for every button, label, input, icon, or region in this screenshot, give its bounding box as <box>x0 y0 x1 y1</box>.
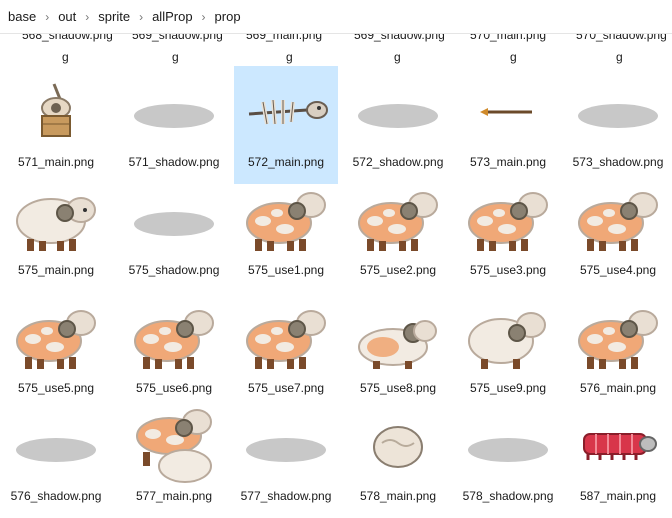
file-name: 571_main.png <box>17 155 95 169</box>
file-label-partial-wrap: g <box>172 50 179 64</box>
crumb-out[interactable]: out <box>58 9 76 24</box>
file-name: 575_use5.png <box>17 381 95 395</box>
sheep-sheared-icon <box>573 298 663 378</box>
sheep-fluffy-icon <box>463 298 553 378</box>
file-name: 575_use2.png <box>359 263 437 277</box>
file-item[interactable]: 576_shadow.png <box>4 400 108 518</box>
shadow-icon <box>573 72 663 152</box>
file-item[interactable]: 575_shadow.png <box>122 174 226 292</box>
shadow-icon <box>241 406 331 486</box>
file-item[interactable]: 587_main.png <box>566 400 670 518</box>
file-name: 575_use6.png <box>135 381 213 395</box>
file-label-partial[interactable]: 570_shadow.png <box>576 34 667 46</box>
spear-icon <box>463 72 553 152</box>
file-label-partial[interactable]: 570_main.png <box>470 34 546 46</box>
sheep-sheared-icon <box>129 298 219 378</box>
file-name: 576_shadow.png <box>10 489 102 503</box>
file-name: 575_use4.png <box>579 263 657 277</box>
file-name: 575_main.png <box>17 263 95 277</box>
file-item[interactable]: 575_use1.png <box>234 174 338 292</box>
file-name: 575_use1.png <box>247 263 325 277</box>
file-item[interactable]: 578_main.png <box>346 400 450 518</box>
file-item[interactable]: 571_main.png <box>4 66 108 184</box>
wool-ball-icon <box>353 406 443 486</box>
file-item[interactable]: 575_use7.png <box>234 292 338 410</box>
file-label-partial-wrap: g <box>62 50 69 64</box>
skeleton-icon <box>241 72 331 152</box>
sheep-wool-pile-icon <box>129 406 219 486</box>
crumb-base[interactable]: base <box>8 9 36 24</box>
file-label-partial-wrap: g <box>510 50 517 64</box>
shadow-icon <box>129 72 219 152</box>
sheep-sheared-icon <box>463 180 553 260</box>
file-item[interactable]: 571_shadow.png <box>122 66 226 184</box>
sheep-sheared-icon <box>241 180 331 260</box>
shadow-icon <box>129 180 219 260</box>
crumb-prop[interactable]: prop <box>215 9 241 24</box>
shadow-icon <box>353 72 443 152</box>
file-item[interactable]: 575_use5.png <box>4 292 108 410</box>
file-name: 577_shadow.png <box>240 489 332 503</box>
file-label-partial-wrap: g <box>286 50 293 64</box>
file-name: 573_shadow.png <box>572 155 664 169</box>
chevron-right-icon: › <box>85 9 90 24</box>
file-name: 575_use9.png <box>469 381 547 395</box>
file-item[interactable]: 572_shadow.png <box>346 66 450 184</box>
sheep-lying-icon <box>353 298 443 378</box>
file-item[interactable]: 575_use2.png <box>346 174 450 292</box>
red-crawler-icon <box>573 406 663 486</box>
chevron-right-icon: › <box>45 9 50 24</box>
file-label-partial[interactable]: 569_shadow.png <box>354 34 445 46</box>
file-label-partial[interactable]: 569_main.png <box>246 34 322 46</box>
file-item[interactable]: 573_main.png <box>456 66 560 184</box>
file-label-partial-wrap: g <box>616 50 623 64</box>
file-item[interactable]: 575_use4.png <box>566 174 670 292</box>
file-item[interactable]: 578_shadow.png <box>456 400 560 518</box>
file-item[interactable]: 573_shadow.png <box>566 66 670 184</box>
file-name: 577_main.png <box>135 489 213 503</box>
file-item[interactable]: 577_main.png <box>122 400 226 518</box>
shadow-icon <box>11 406 101 486</box>
breadcrumb: base › out › sprite › allProp › prop <box>0 0 672 34</box>
crumb-sprite[interactable]: sprite <box>98 9 130 24</box>
file-item[interactable]: 575_use6.png <box>122 292 226 410</box>
crumb-allprop[interactable]: allProp <box>152 9 192 24</box>
file-name: 572_main.png <box>247 155 325 169</box>
file-label-partial[interactable]: 568_shadow.png <box>22 34 113 46</box>
file-name: 573_main.png <box>469 155 547 169</box>
sheep-sheared-icon <box>11 298 101 378</box>
file-name: 575_use8.png <box>359 381 437 395</box>
file-name: 587_main.png <box>579 489 657 503</box>
file-name: 575_use3.png <box>469 263 547 277</box>
basket-icon <box>11 72 101 152</box>
sheep-sheared-icon <box>241 298 331 378</box>
chevron-right-icon: › <box>201 9 206 24</box>
file-label-partial[interactable]: 569_shadow.png <box>132 34 223 46</box>
sheep-white-icon <box>11 180 101 260</box>
file-item[interactable]: 575_use8.png <box>346 292 450 410</box>
file-label-partial-wrap: g <box>394 50 401 64</box>
sheep-sheared-icon <box>573 180 663 260</box>
file-grid: 568_shadow.pngg 569_shadow.pngg 569_main.p… <box>0 0 672 510</box>
file-item[interactable]: 576_main.png <box>566 292 670 410</box>
file-item[interactable]: 572_main.png <box>234 66 338 184</box>
sheep-sheared-icon <box>353 180 443 260</box>
file-name: 572_shadow.png <box>352 155 444 169</box>
file-name: 576_main.png <box>579 381 657 395</box>
file-item[interactable]: 575_main.png <box>4 174 108 292</box>
shadow-icon <box>463 406 553 486</box>
file-name: 571_shadow.png <box>128 155 220 169</box>
file-item[interactable]: 577_shadow.png <box>234 400 338 518</box>
file-name: 578_shadow.png <box>462 489 554 503</box>
file-name: 575_shadow.png <box>128 263 220 277</box>
file-name: 578_main.png <box>359 489 437 503</box>
chevron-right-icon: › <box>139 9 144 24</box>
file-item[interactable]: 575_use3.png <box>456 174 560 292</box>
file-name: 575_use7.png <box>247 381 325 395</box>
file-item[interactable]: 575_use9.png <box>456 292 560 410</box>
